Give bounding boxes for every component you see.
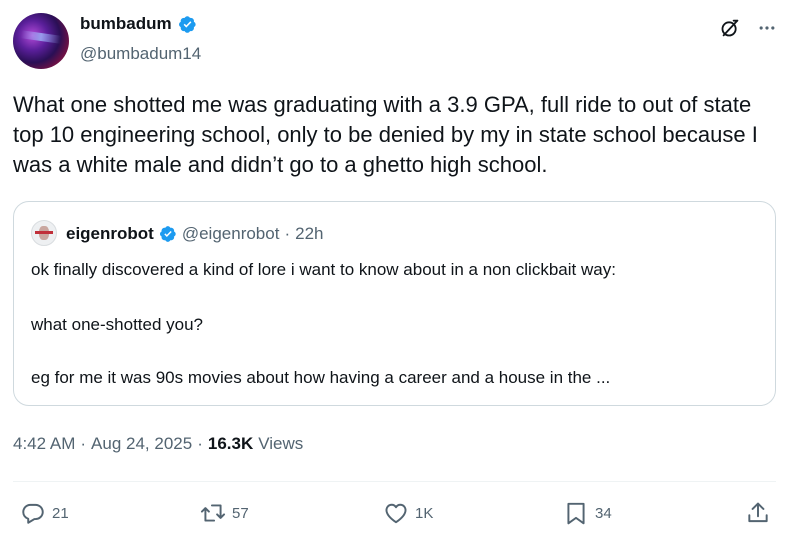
divider <box>13 481 776 482</box>
author-name-row: bumbadum <box>80 14 197 34</box>
quoted-tweet-header: eigenrobot @eigenrobot · 22h <box>66 224 324 244</box>
author-handle[interactable]: @bumbadum14 <box>80 44 201 64</box>
views-count: 16.3K <box>207 434 254 453</box>
like-count: 1K <box>415 504 434 522</box>
verified-badge-icon <box>159 226 176 242</box>
meta-separator: · <box>197 434 203 453</box>
quoted-text-line: eg for me it was 90s movies about how ha… <box>31 368 611 387</box>
bookmark-button[interactable]: 34 <box>563 500 612 526</box>
grok-icon[interactable] <box>719 17 741 39</box>
bookmark-icon <box>567 502 585 525</box>
more-icon[interactable] <box>757 18 777 38</box>
quoted-tweet-card[interactable]: eigenrobot @eigenrobot · 22h ok finally … <box>13 201 776 406</box>
author-display-name[interactable]: bumbadum <box>80 14 172 34</box>
views-label: Views <box>258 434 304 453</box>
quoted-timestamp[interactable]: 22h <box>295 224 323 244</box>
share-button[interactable] <box>745 500 771 526</box>
tweet-meta: 4:42 AM · Aug 24, 2025 · 16.3K Views <box>13 434 303 454</box>
repost-button[interactable]: 57 <box>200 500 249 526</box>
quoted-author-avatar[interactable] <box>31 220 57 246</box>
quoted-text-line: ok finally discovered a kind of lore i w… <box>31 260 616 279</box>
repost-icon <box>200 504 226 522</box>
heart-icon <box>385 503 407 524</box>
meta-separator: · <box>80 434 87 453</box>
verified-badge-icon <box>178 15 196 33</box>
share-icon <box>748 502 768 523</box>
repost-count: 57 <box>232 504 249 522</box>
tweet-time[interactable]: 4:42 AM <box>13 434 75 454</box>
tweet-date[interactable]: Aug 24, 2025 <box>91 434 192 454</box>
author-avatar[interactable] <box>13 13 69 69</box>
reply-count: 21 <box>52 504 69 522</box>
reply-icon <box>22 503 44 524</box>
like-button[interactable]: 1K <box>383 500 433 526</box>
quoted-author-handle[interactable]: @eigenrobot <box>182 224 280 244</box>
quoted-separator: · <box>284 224 291 243</box>
tweet-text: What one shotted me was graduating with … <box>13 92 758 177</box>
quoted-author-name[interactable]: eigenrobot <box>66 224 154 244</box>
bookmark-count: 34 <box>595 504 612 522</box>
quoted-text-line: what one-shotted you? <box>31 315 204 334</box>
reply-button[interactable]: 21 <box>20 500 69 526</box>
